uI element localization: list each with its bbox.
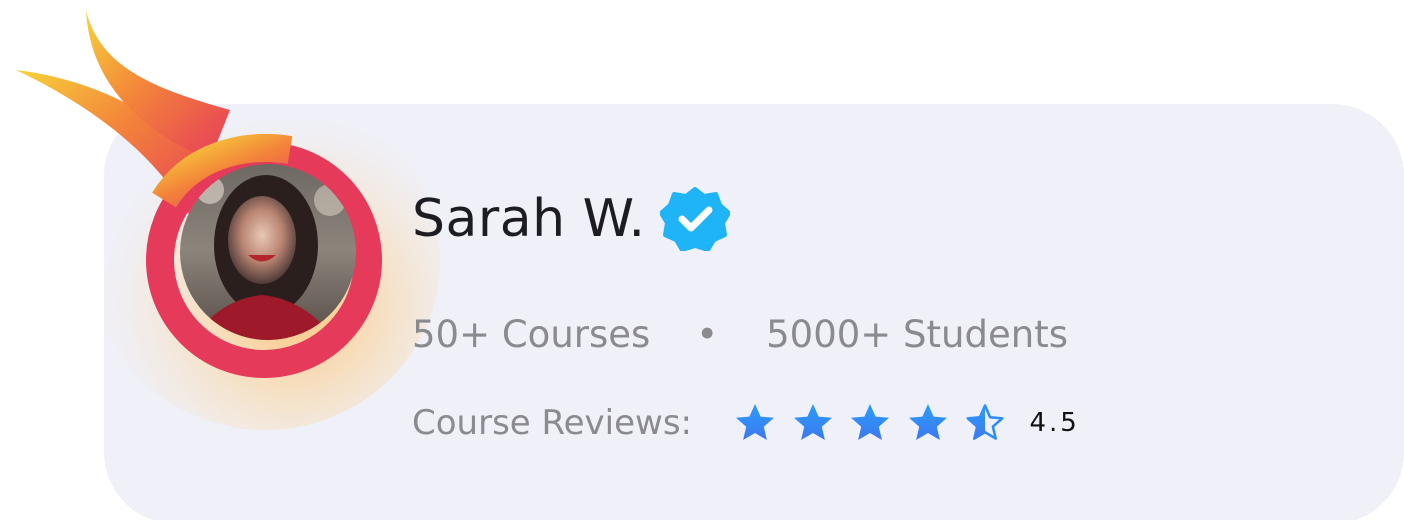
- reviews-row: Course Reviews: 4.5: [412, 398, 1080, 448]
- instructor-name[interactable]: Sarah W.: [412, 189, 646, 249]
- reviews-label: Course Reviews:: [412, 403, 692, 443]
- star-rating[interactable]: 4.5: [734, 402, 1080, 444]
- name-row: Sarah W.: [412, 184, 730, 254]
- stats-separator: •: [696, 312, 719, 356]
- courses-count[interactable]: 50+ Courses: [412, 313, 650, 356]
- star-full-icon: [793, 404, 832, 440]
- students-count[interactable]: 5000+ Students: [766, 313, 1068, 356]
- rating-value: 4.5: [1029, 408, 1080, 438]
- star-half-icon: [966, 404, 1004, 440]
- star-full-icon: [736, 404, 774, 440]
- star-full-icon: [908, 404, 947, 440]
- star-full-icon: [851, 404, 889, 440]
- avatar-with-flame[interactable]: [16, 10, 440, 430]
- verified-badge-icon: [659, 187, 730, 251]
- stats-row: 50+ Courses • 5000+ Students: [412, 306, 1068, 362]
- flame-ring-graphic: [16, 10, 440, 430]
- profile-stage: Sarah W. 50+ Courses • 5000+ Students Co…: [0, 0, 1404, 520]
